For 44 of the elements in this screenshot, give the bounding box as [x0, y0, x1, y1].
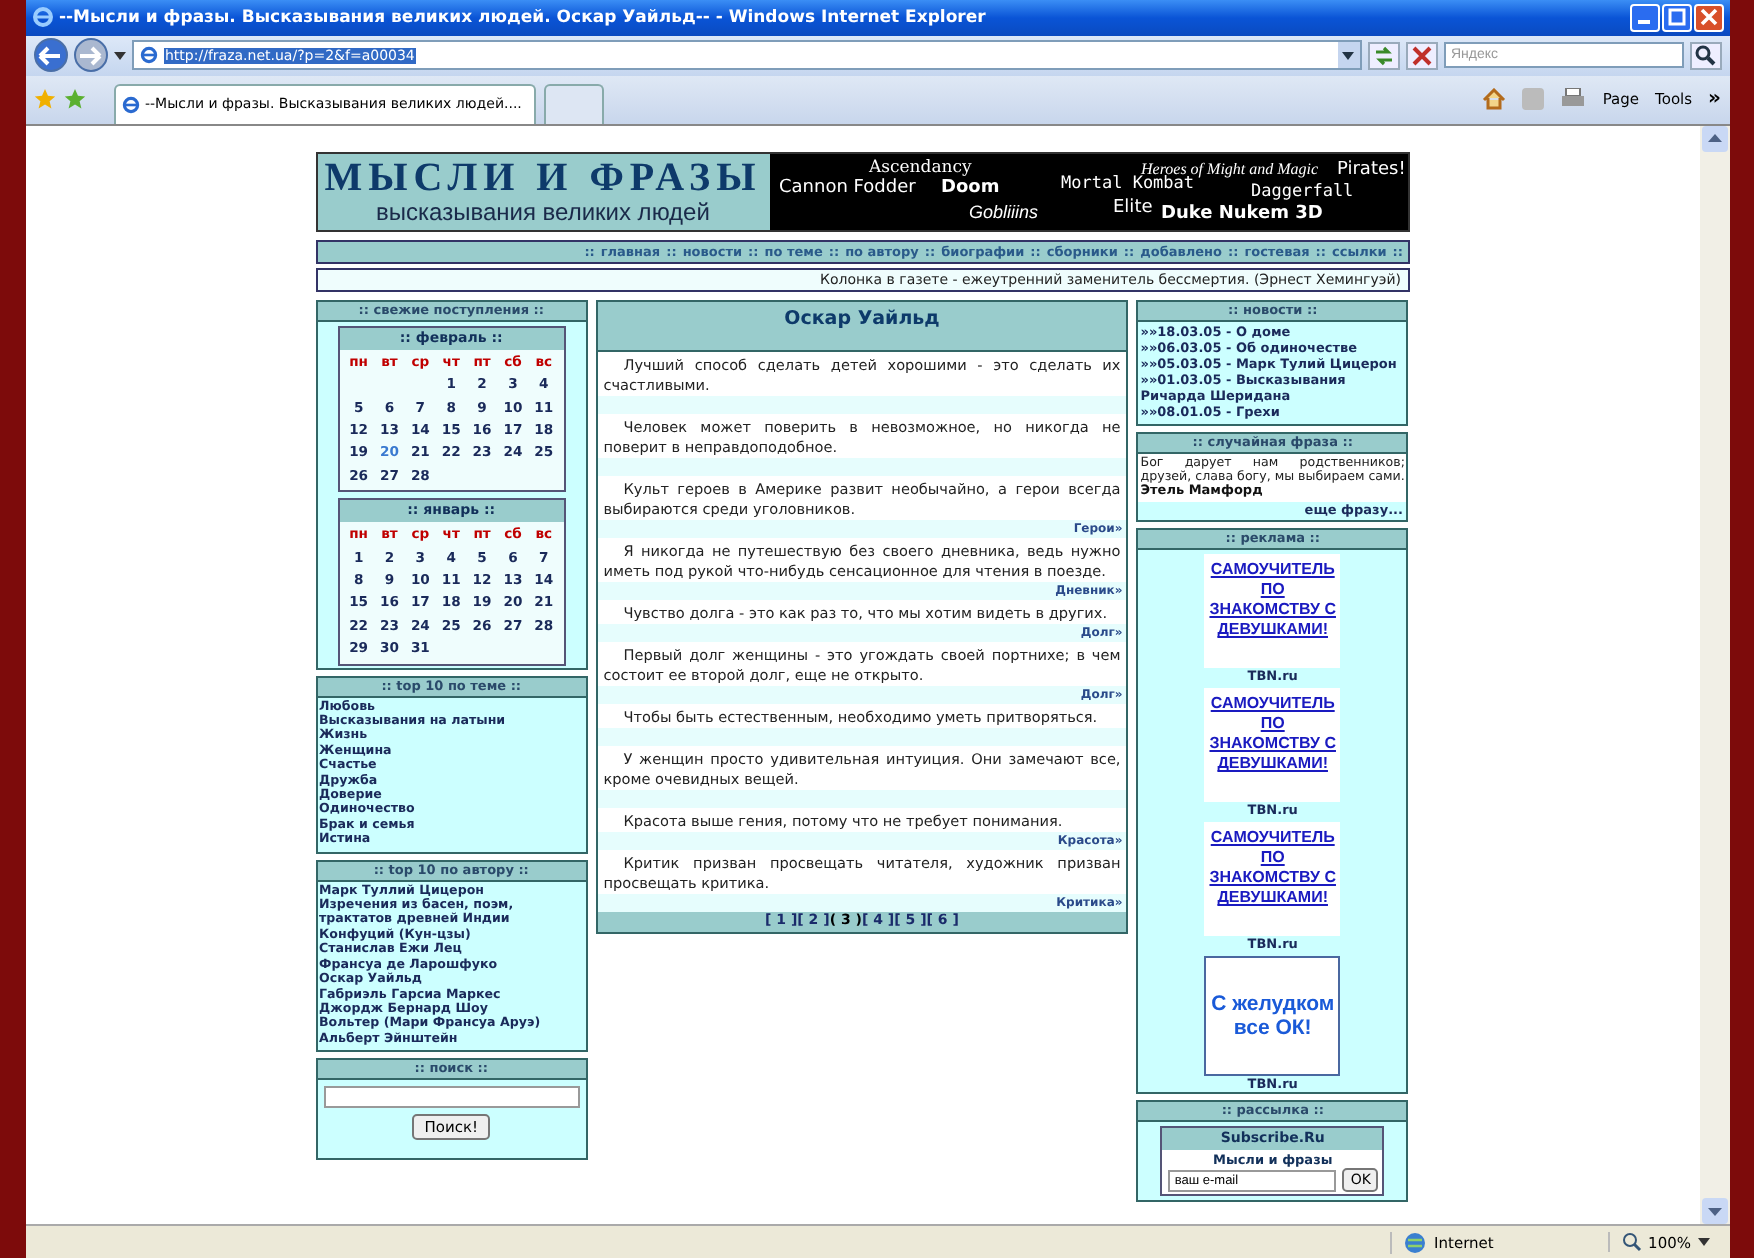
- refresh-icon[interactable]: [1367, 41, 1399, 70]
- printer-icon[interactable]: [1560, 88, 1587, 111]
- forward-button[interactable]: [73, 38, 107, 73]
- window-title: --Мысли и фразы. Высказывания великих людей. Оскар Уайльд-- - Windows Internet Explorer: [59, 7, 988, 28]
- game-title: Heroes of Might and Magic: [1141, 159, 1319, 178]
- close-button[interactable]: [1693, 3, 1723, 32]
- home-icon[interactable]: [1482, 88, 1507, 111]
- maximize-icon: [1667, 8, 1685, 27]
- caret-icon: [1342, 51, 1354, 60]
- back-button[interactable]: [33, 38, 67, 73]
- zoom-icon: [1622, 1232, 1643, 1253]
- caret-icon[interactable]: [113, 51, 125, 60]
- game-title: Ascendancy: [869, 157, 972, 178]
- close-icon: [1699, 8, 1717, 27]
- ad-text: С желудком все ОК!: [1209, 992, 1337, 1041]
- game-title: Elite: [1113, 197, 1153, 218]
- add-star-icon[interactable]: [63, 88, 85, 111]
- caret-icon: [1697, 1238, 1709, 1247]
- stop-icon[interactable]: [1405, 41, 1437, 70]
- scrollbar[interactable]: [1699, 125, 1729, 1225]
- game-title: Cannon Fodder: [779, 177, 916, 198]
- game-title: Mortal Kombat: [1061, 173, 1195, 194]
- globe-icon: [1404, 1231, 1427, 1254]
- game-title: Doom: [941, 177, 1000, 198]
- games-banner[interactable]: Ascendancy Heroes of Might and Magic Pirates! Cannon Fodder Doom Mortal Kombat Daggerfall Gobliiins Elite Duke Nukem 3D: [769, 153, 1407, 230]
- star-icon[interactable]: [33, 88, 55, 111]
- search-input[interactable]: [323, 1086, 580, 1109]
- game-title: Pirates!: [1337, 159, 1406, 180]
- minimize-button[interactable]: [1629, 3, 1659, 32]
- game-title: Daggerfall: [1251, 181, 1354, 202]
- game-title: Gobliiins: [969, 201, 1039, 222]
- ad-banner[interactable]: С желудком все ОК!: [1204, 956, 1341, 1077]
- scroll-down-button[interactable]: [1701, 1198, 1727, 1225]
- site-logo[interactable]: МЫСЛИ И ФРАЗЫ высказывания великих людей: [317, 153, 769, 230]
- page-icon: [139, 46, 157, 65]
- search-icon[interactable]: [1689, 41, 1721, 70]
- browser-logo-icon: [31, 6, 53, 29]
- scroll-up-button[interactable]: [1701, 125, 1727, 152]
- author-title: Оскар Уайльд: [597, 301, 1127, 352]
- game-title: Duke Nukem 3D: [1161, 203, 1323, 224]
- page-icon: [121, 95, 139, 114]
- dropdown-button[interactable]: [1337, 42, 1359, 69]
- toolbar-overflow[interactable]: »: [1708, 88, 1721, 111]
- maximize-button[interactable]: [1661, 3, 1691, 32]
